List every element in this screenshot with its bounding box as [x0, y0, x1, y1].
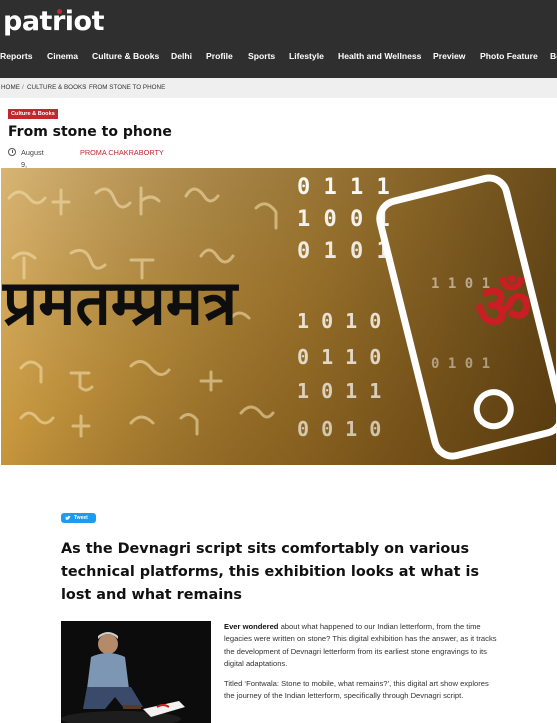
artist-photo — [61, 621, 211, 723]
article-title: From stone to phone — [8, 124, 172, 140]
nav-item-reports[interactable]: Reports — [0, 46, 32, 66]
binary-digits: 1 0 1 1 — [297, 379, 381, 403]
lead-paragraph: Ever wondered about what happened to our… — [224, 621, 500, 671]
nav-item-cinema[interactable]: Cinema — [47, 46, 78, 66]
tweet-button[interactable]: Tweet — [61, 513, 96, 523]
nav-item-health-wellness[interactable]: Health and Wellness — [338, 46, 421, 66]
binary-digits: 0 1 1 0 — [297, 345, 381, 369]
binary-digits: 0 1 0 1 — [431, 356, 490, 372]
devnagri-script: प्रमतम्प्रमत्र — [2, 266, 240, 339]
clock-icon — [8, 148, 16, 156]
nav-item-sports[interactable]: Sports — [248, 46, 275, 66]
breadcrumb-separator: / — [84, 84, 86, 91]
site-header: patriot Reports Cinema Culture & Books D… — [0, 0, 557, 78]
nav-item-lifestyle[interactable]: Lifestyle — [289, 46, 324, 66]
nav-item-culture-books[interactable]: Culture & Books — [92, 46, 159, 66]
breadcrumb-home[interactable]: HOME — [1, 78, 20, 98]
lead-bold: Ever wondered — [224, 622, 279, 631]
binary-digits: 0 1 1 1 — [297, 175, 390, 200]
category-badge[interactable]: Culture & Books — [8, 109, 58, 119]
binary-digits: 1 0 1 0 — [297, 309, 381, 333]
om-symbol: ॐ — [475, 270, 532, 343]
binary-digits: 0 1 0 1 — [297, 239, 390, 264]
breadcrumb-separator: / — [22, 84, 24, 91]
nav-item-photo-feature[interactable]: Photo Feature — [480, 46, 538, 66]
breadcrumb-culture-books[interactable]: CULTURE & BOOKS — [27, 78, 86, 98]
nav-item-delhi[interactable]: Delhi — [171, 46, 192, 66]
article-body: Ever wondered about what happened to our… — [224, 621, 500, 709]
body-paragraph: Titled ‘Fontwala: Stone to mobile, what … — [224, 678, 489, 701]
article-standfirst: As the Devnagri script sits comfortably … — [61, 541, 480, 603]
binary-digits: 1 0 0 1 — [297, 207, 390, 232]
site-logo[interactable]: patriot — [3, 4, 104, 40]
binary-digits: 0 0 1 0 — [297, 417, 381, 441]
breadcrumb: HOME / CULTURE & BOOKS / FROM STONE TO P… — [0, 78, 557, 98]
author-link[interactable]: PROMA CHAKRABORTY — [80, 147, 164, 159]
logo-dot — [57, 9, 62, 14]
nav-item-books[interactable]: Bo — [550, 46, 557, 66]
twitter-bird-icon — [65, 515, 71, 520]
breadcrumb-current: FROM STONE TO PHONE — [89, 84, 166, 91]
nav-item-profile[interactable]: Profile — [206, 46, 233, 66]
tweet-label: Tweet — [74, 515, 88, 521]
nav-item-preview[interactable]: Preview — [433, 46, 466, 66]
hero-image: 0 1 1 1 1 0 0 1 0 1 0 1 1 0 1 0 0 1 1 0 … — [1, 168, 556, 465]
